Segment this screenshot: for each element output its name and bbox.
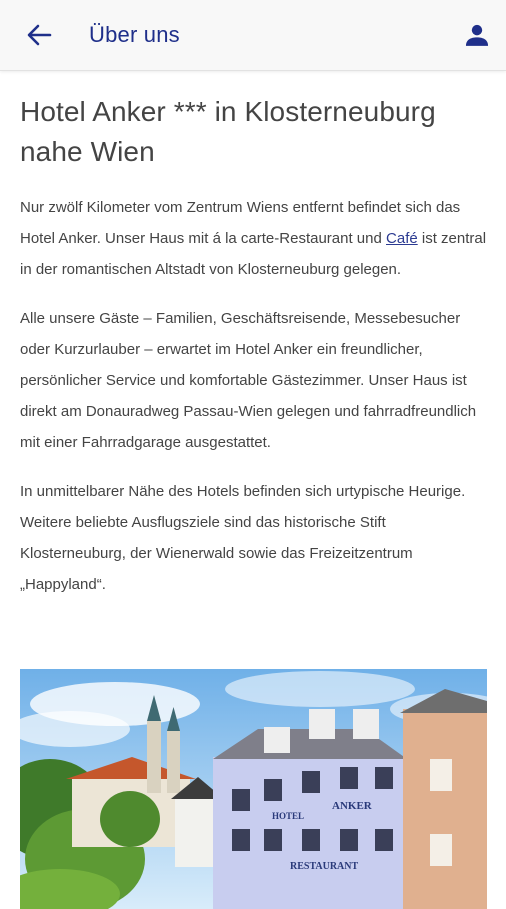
surroundings-paragraph: In unmittelbarer Nähe des Hotels befinde…: [20, 483, 466, 593]
page-title: Über uns: [89, 22, 180, 47]
profile-button[interactable]: [462, 20, 492, 50]
sign-anker: ANKER: [332, 800, 373, 812]
hotel-photo: HOTEL ANKER RESTAURANT: [20, 669, 487, 909]
sign-hotel: HOTEL: [272, 811, 304, 821]
guests-paragraph: Alle unsere Gäste – Familien, Geschäftsr…: [20, 310, 477, 451]
arrow-left-icon: [27, 24, 52, 46]
cafe-link[interactable]: Café: [386, 230, 418, 247]
page-heading: Hotel Anker *** in Klosterneuburg nahe W…: [20, 96, 436, 167]
intro-paragraph: Nur zwölf Kilometer vom Zentrum Wiens en…: [20, 192, 490, 285]
person-icon: [465, 24, 489, 46]
main-content: Hotel Anker *** in Klosterneuburg nahe W…: [20, 92, 490, 618]
sign-restaurant: RESTAURANT: [290, 861, 358, 872]
back-button[interactable]: [18, 19, 60, 51]
app-bar: Über uns: [0, 0, 506, 71]
